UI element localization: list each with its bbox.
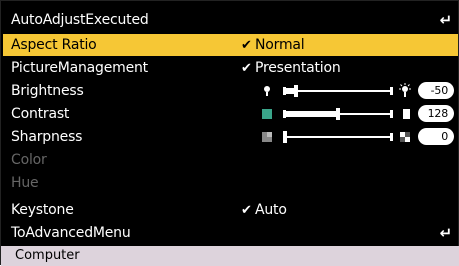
projector-osd-menu: AutoAdjustExecuted ↵ Aspect Ratio ✔ Norma… bbox=[0, 0, 459, 266]
input-source-label: Computer bbox=[15, 248, 80, 263]
sharpness-soft-icon bbox=[262, 132, 272, 142]
contrast-slider[interactable]: 128 bbox=[258, 103, 458, 125]
contrast-high-icon bbox=[400, 109, 410, 119]
sharpness-sharp-icon bbox=[400, 132, 410, 142]
sharpness-slider[interactable]: 0 bbox=[258, 126, 458, 148]
bulb-bright-icon bbox=[399, 83, 411, 97]
menu-item-hue: Hue bbox=[3, 172, 458, 194]
picture-management-value: ✔ Presentation bbox=[241, 57, 341, 80]
slider-thumb[interactable] bbox=[336, 108, 340, 120]
check-icon: ✔ bbox=[241, 38, 252, 53]
menu-item-label: PictureManagement bbox=[11, 60, 148, 76]
menu-item-label: AutoAdjustExecuted bbox=[11, 12, 149, 28]
menu-item-label: Contrast bbox=[11, 106, 70, 122]
sharpness-value: 0 bbox=[418, 128, 454, 145]
menu-item-label: Brightness bbox=[11, 83, 84, 99]
enter-icon: ↵ bbox=[439, 224, 453, 242]
menu-item-label: Hue bbox=[11, 175, 39, 191]
menu-item-keystone[interactable]: Keystone ✔ Auto bbox=[3, 199, 458, 221]
menu-item-label: ToAdvancedMenu bbox=[11, 225, 131, 241]
menu-item-color: Color bbox=[3, 149, 458, 171]
menu-item-brightness[interactable]: Brightness -50 bbox=[3, 80, 458, 102]
enter-icon: ↵ bbox=[439, 11, 453, 29]
menu-item-aspect-ratio[interactable]: Aspect Ratio ✔ Normal bbox=[3, 34, 458, 56]
menu-item-label: Sharpness bbox=[11, 129, 83, 145]
aspect-ratio-value: ✔ Normal bbox=[241, 34, 305, 57]
slider-track bbox=[283, 131, 393, 143]
slider-thumb[interactable] bbox=[283, 131, 287, 143]
menu-item-auto-adjust[interactable]: AutoAdjustExecuted ↵ bbox=[3, 9, 458, 31]
slider-track bbox=[283, 108, 393, 120]
menu-item-advanced-menu[interactable]: ToAdvancedMenu ↵ bbox=[3, 222, 458, 244]
brightness-value: -50 bbox=[418, 82, 454, 99]
keystone-value: ✔ Auto bbox=[241, 199, 287, 222]
slider-track bbox=[283, 85, 393, 97]
bulb-dim-icon bbox=[264, 86, 270, 96]
slider-thumb[interactable] bbox=[294, 85, 298, 97]
menu-item-sharpness[interactable]: Sharpness 0 bbox=[3, 126, 458, 148]
menu-item-label: Keystone bbox=[11, 202, 74, 218]
check-icon: ✔ bbox=[241, 61, 252, 76]
menu-item-label: Aspect Ratio bbox=[11, 37, 97, 53]
brightness-slider[interactable]: -50 bbox=[258, 80, 458, 102]
contrast-low-icon bbox=[262, 109, 272, 119]
menu-item-contrast[interactable]: Contrast 128 bbox=[3, 103, 458, 125]
contrast-value: 128 bbox=[418, 105, 454, 122]
input-source-bar: Computer bbox=[1, 246, 459, 266]
menu-item-label: Color bbox=[11, 152, 47, 168]
menu-item-picture-management[interactable]: PictureManagement ✔ Presentation bbox=[3, 57, 458, 79]
check-icon: ✔ bbox=[241, 203, 252, 218]
